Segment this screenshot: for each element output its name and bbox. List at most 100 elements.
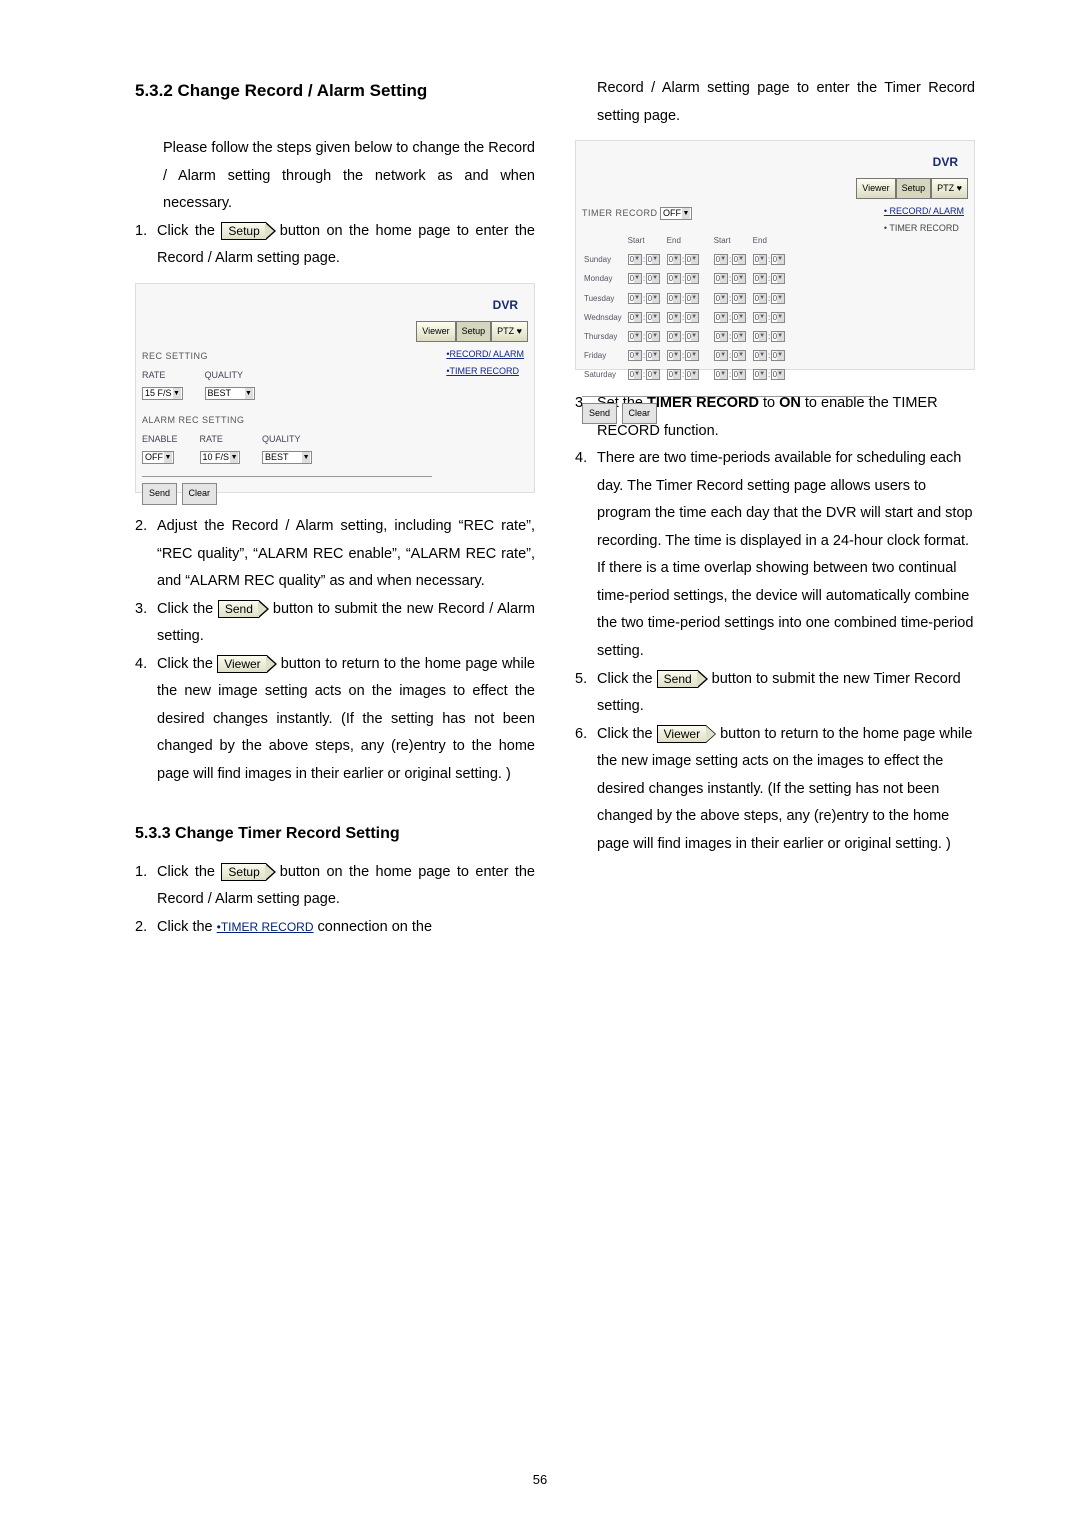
hour-select[interactable]: 0 <box>667 312 681 323</box>
col-start2: Start <box>714 232 751 249</box>
min-select[interactable]: 00 <box>685 293 699 304</box>
hour-select[interactable]: 0 <box>667 331 681 342</box>
min-select[interactable]: 00 <box>685 350 699 361</box>
min-select[interactable]: 00 <box>732 350 746 361</box>
enable-select[interactable]: OFF <box>142 451 174 464</box>
hour-select[interactable]: 0 <box>714 369 728 380</box>
hour-select[interactable]: 0 <box>628 273 642 284</box>
hour-select[interactable]: 0 <box>628 254 642 265</box>
min-select[interactable]: 00 <box>771 350 785 361</box>
link-record-alarm[interactable]: •RECORD/ ALARM <box>446 349 524 359</box>
shot-sidelinks: •RECORD/ ALARM •TIMER RECORD <box>446 346 524 380</box>
min-select[interactable]: 00 <box>646 331 660 342</box>
hour-select[interactable]: 0 <box>714 254 728 265</box>
min-select[interactable]: 00 <box>685 312 699 323</box>
step-num: 4. <box>135 651 157 789</box>
send-btn[interactable]: Send <box>582 403 617 424</box>
step-num: 1. <box>135 859 157 914</box>
shot-sidelinks: • RECORD/ ALARM • TIMER RECORD <box>884 203 964 237</box>
step6-533: Click the Viewerbutton to return to the … <box>597 721 975 859</box>
hour-select[interactable]: 0 <box>753 312 767 323</box>
step-num: 5. <box>575 666 597 721</box>
min-select[interactable]: 00 <box>732 369 746 380</box>
aquality-select[interactable]: BEST <box>262 451 312 464</box>
min-select[interactable]: 00 <box>732 293 746 304</box>
min-select[interactable]: 00 <box>771 369 785 380</box>
screenshot-timer: DVR ViewerSetupPTZ ♥ • RECORD/ ALARM • T… <box>575 140 975 370</box>
min-select[interactable]: 00 <box>685 273 699 284</box>
send-btn[interactable]: Send <box>142 483 177 504</box>
clear-btn[interactable]: Clear <box>622 403 658 424</box>
step1-532: Click the Setupbutton on the home page t… <box>157 218 535 273</box>
hour-select[interactable]: 0 <box>714 293 728 304</box>
min-select[interactable]: 00 <box>646 254 660 265</box>
step2-533-cont: Record / Alarm setting page to enter the… <box>597 75 975 130</box>
min-select[interactable]: 00 <box>685 331 699 342</box>
hour-select[interactable]: 0 <box>628 331 642 342</box>
hour-select[interactable]: 0 <box>753 331 767 342</box>
min-select[interactable]: 00 <box>771 293 785 304</box>
hour-select[interactable]: 0 <box>753 273 767 284</box>
hour-select[interactable]: 0 <box>714 273 728 284</box>
tab-viewer[interactable]: Viewer <box>856 178 895 199</box>
min-select[interactable]: 00 <box>646 369 660 380</box>
min-select[interactable]: 00 <box>646 273 660 284</box>
tab-setup[interactable]: Setup <box>896 178 932 199</box>
text: button to submit the new Record / Alarm … <box>157 601 535 645</box>
step3-532: Click the Sendbutton to submit the new R… <box>157 596 535 651</box>
rate-select[interactable]: 15 F/S <box>142 387 183 400</box>
hour-select[interactable]: 0 <box>667 369 681 380</box>
day-label: Sunday <box>584 251 626 268</box>
step2-533: Click the •TIMER RECORD connection on th… <box>157 914 535 942</box>
tab-viewer[interactable]: Viewer <box>416 321 455 342</box>
hour-select[interactable]: 0 <box>714 312 728 323</box>
min-select[interactable]: 00 <box>732 273 746 284</box>
step-num: 1. <box>135 218 157 273</box>
shot-title: DVR <box>582 147 968 178</box>
hour-select[interactable]: 0 <box>667 254 681 265</box>
quality-select[interactable]: BEST <box>205 387 255 400</box>
clear-btn[interactable]: Clear <box>182 483 218 504</box>
min-select[interactable]: 00 <box>732 331 746 342</box>
arate-select[interactable]: 10 F/S <box>200 451 241 464</box>
link-record-alarm[interactable]: • RECORD/ ALARM <box>884 206 964 216</box>
text: Click the <box>157 919 213 935</box>
hour-select[interactable]: 0 <box>667 293 681 304</box>
min-select[interactable]: 00 <box>771 331 785 342</box>
min-select[interactable]: 00 <box>771 273 785 284</box>
min-select[interactable]: 00 <box>685 254 699 265</box>
hour-select[interactable]: 0 <box>753 254 767 265</box>
hour-select[interactable]: 0 <box>628 350 642 361</box>
min-select[interactable]: 00 <box>646 350 660 361</box>
min-select[interactable]: 00 <box>646 293 660 304</box>
hour-select[interactable]: 0 <box>714 350 728 361</box>
hour-select[interactable]: 0 <box>753 350 767 361</box>
link-timer-record-current: • TIMER RECORD <box>884 220 964 237</box>
timer-record-select[interactable]: OFF <box>660 207 692 220</box>
tab-setup[interactable]: Setup <box>456 321 492 342</box>
min-select[interactable]: 00 <box>685 369 699 380</box>
min-select[interactable]: 00 <box>732 254 746 265</box>
min-select[interactable]: 00 <box>771 254 785 265</box>
hour-select[interactable]: 0 <box>667 350 681 361</box>
step-num: 2. <box>135 914 157 942</box>
hour-select[interactable]: 0 <box>753 369 767 380</box>
hour-select[interactable]: 0 <box>628 312 642 323</box>
timer-table: Start End Start End Sunday 0:000:000:000… <box>582 230 792 386</box>
min-select[interactable]: 00 <box>732 312 746 323</box>
text: Click the <box>597 726 653 742</box>
hour-select[interactable]: 0 <box>628 369 642 380</box>
enable-label: ENABLE <box>142 431 178 448</box>
min-select[interactable]: 00 <box>771 312 785 323</box>
hour-select[interactable]: 0 <box>753 293 767 304</box>
tab-ptz[interactable]: PTZ ♥ <box>931 178 968 199</box>
hour-select[interactable]: 0 <box>628 293 642 304</box>
step1-533: Click the Setupbutton on the home page t… <box>157 859 535 914</box>
link-timer-record[interactable]: •TIMER RECORD <box>446 366 519 376</box>
hour-select[interactable]: 0 <box>667 273 681 284</box>
tab-ptz[interactable]: PTZ ♥ <box>491 321 528 342</box>
min-select[interactable]: 00 <box>646 312 660 323</box>
col-start1: Start <box>628 232 665 249</box>
send-button-img: Send <box>218 600 259 618</box>
hour-select[interactable]: 0 <box>714 331 728 342</box>
